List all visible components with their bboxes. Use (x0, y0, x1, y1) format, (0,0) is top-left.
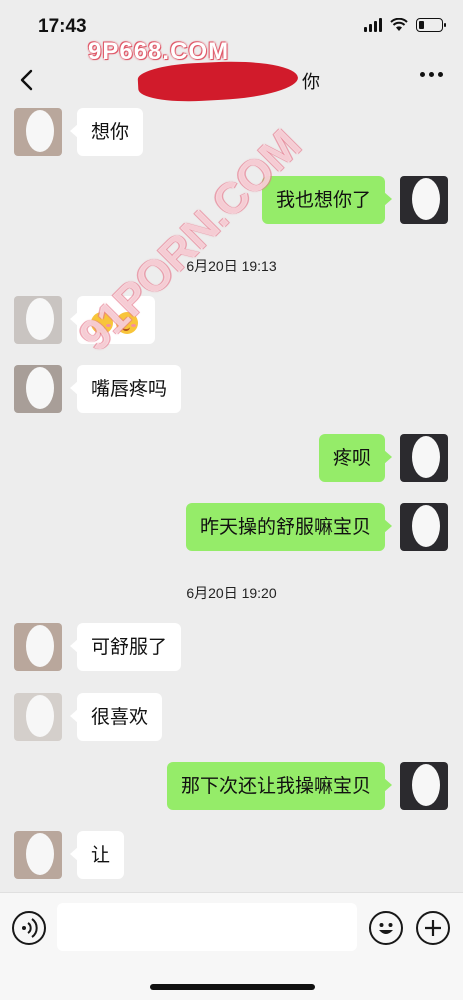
avatar[interactable] (14, 296, 62, 344)
message-timestamp: 6月20日 19:20 (0, 583, 463, 603)
timestamp-text: 6月20日 19:20 (178, 583, 285, 603)
emoji-button[interactable] (369, 911, 403, 945)
more-button[interactable] (420, 72, 443, 77)
back-button[interactable] (14, 66, 42, 94)
status-bar: 17:43 (0, 0, 463, 54)
wifi-icon (390, 18, 408, 31)
plus-button[interactable] (416, 911, 450, 945)
plus-icon (425, 920, 441, 936)
avatar[interactable] (400, 434, 448, 482)
message-bubble-outgoing[interactable]: 那下次还让我操嘛宝贝 (166, 762, 393, 810)
avatar[interactable] (400, 762, 448, 810)
status-icons (364, 18, 446, 32)
signal-icon (364, 18, 382, 32)
avatar[interactable] (400, 503, 448, 551)
watermark-top: 9P668.COM (88, 38, 230, 65)
chevron-left-icon (20, 69, 33, 91)
message-bubble-incoming[interactable]: 可舒服了 (69, 623, 182, 671)
avatar[interactable] (14, 693, 62, 741)
message-bubble-incoming[interactable]: 想你 (69, 108, 144, 156)
message-bubble-outgoing[interactable]: 疼呗 (318, 434, 393, 482)
message-bubble-incoming[interactable]: 嘴唇疼吗 (69, 365, 182, 413)
emoji-icon (379, 923, 393, 934)
message-bubble-incoming[interactable]: 很喜欢 (69, 693, 163, 741)
voice-icon (22, 918, 38, 938)
message-input[interactable] (57, 903, 357, 951)
battery-fill (419, 21, 425, 29)
more-dots-icon (420, 72, 425, 77)
battery-icon (416, 18, 446, 32)
avatar[interactable] (400, 176, 448, 224)
watermark-diagonal: 91PORN.COM (70, 120, 311, 361)
avatar[interactable] (14, 365, 62, 413)
avatar[interactable] (14, 623, 62, 671)
voice-button[interactable] (12, 911, 46, 945)
status-time: 17:43 (38, 16, 87, 37)
nav-bar: 你 (0, 54, 463, 106)
message-timestamp: 6月20日 19:13 (0, 256, 463, 276)
avatar[interactable] (14, 831, 62, 879)
message-bubble-outgoing[interactable]: 昨天操的舒服嘛宝贝 (185, 503, 393, 551)
avatar[interactable] (14, 108, 62, 156)
chat-area[interactable]: 想你 我也想你了 6月20日 19:13 嘴唇疼吗 疼呗 昨天操的舒服嘛宝贝 6… (0, 106, 463, 892)
home-indicator (150, 984, 315, 990)
message-bubble-incoming[interactable]: 让 (69, 831, 125, 879)
